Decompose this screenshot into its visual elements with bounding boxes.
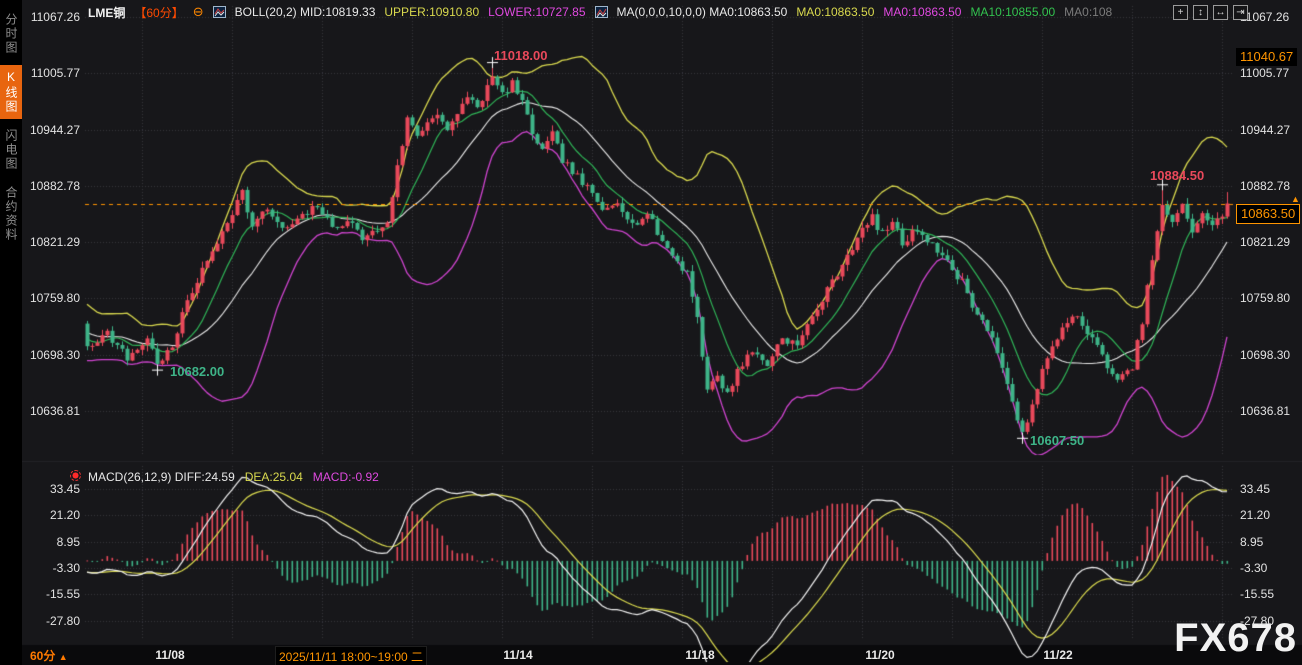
price-marker-icon: ▲: [1291, 194, 1300, 204]
price-axis-label-left: 10821.29: [20, 235, 80, 249]
macd-axis-label-left: 33.45: [20, 482, 80, 496]
price-axis-label-right: 10759.80: [1240, 291, 1290, 305]
macd-axis-label-right: -27.80: [1240, 614, 1274, 628]
ma-label: MA(0,0,0,10,0,0) MA0:10863.50: [617, 5, 788, 19]
price-axis-label-left: 11067.26: [20, 10, 80, 24]
ma0-magenta-value: MA0:10863.50: [883, 5, 961, 19]
sidebar-tab-contract-info[interactable]: 合约资料: [0, 181, 22, 247]
hovered-bar-datetime: 2025/11/11 18:00~19:00 二: [275, 646, 427, 665]
macd-axis-label-left: 21.20: [20, 508, 80, 522]
vertical-scale-icon[interactable]: ↕: [1193, 5, 1208, 20]
symbol-title: LME铜: [88, 4, 125, 21]
reference-price-badge: 11040.67: [1236, 48, 1297, 66]
macd-axis-label-left: 8.95: [20, 535, 80, 549]
date-label: 11/08: [155, 648, 184, 662]
price-annotation: 10682.00: [170, 364, 224, 379]
price-axis-label-right: 10821.29: [1240, 235, 1290, 249]
macd-axis-label-right: 8.95: [1240, 535, 1263, 549]
ma0-gray-value: MA0:108: [1064, 5, 1112, 19]
macd-header: MACD(26,12,9) DIFF:24.59 DEA:25.04 MACD:…: [88, 470, 379, 484]
macd-axis-label-left: -3.30: [20, 561, 80, 575]
period-label[interactable]: 【60分】: [134, 4, 183, 21]
chart-canvas[interactable]: [0, 0, 1302, 665]
price-axis-label-left: 10759.80: [20, 291, 80, 305]
macd-axis-label-right: 33.45: [1240, 482, 1270, 496]
pan-right-icon[interactable]: ⇥: [1233, 5, 1248, 20]
price-axis-label-left: 10636.81: [20, 404, 80, 418]
macd-axis-label-left: -27.80: [20, 614, 80, 628]
collapse-icon[interactable]: ⊖: [193, 4, 204, 20]
price-axis-label-left: 10698.30: [20, 348, 80, 362]
period-selector-button[interactable]: 60分 ▲: [30, 647, 68, 664]
boll-indicator-icon[interactable]: [213, 6, 226, 18]
indicator-header: LME铜 【60分】 ⊖ BOLL(20,2) MID:10819.33 UPP…: [88, 4, 1112, 20]
price-axis-label-right: 10698.30: [1240, 348, 1290, 362]
sidebar-tab-candle-chart[interactable]: K线图: [0, 65, 22, 119]
period-arrow-icon: ▲: [59, 652, 68, 662]
macd-settings-icon[interactable]: [70, 470, 81, 481]
price-annotation: 10884.50: [1150, 168, 1204, 183]
date-label: 11/18: [685, 648, 714, 662]
boll-label: BOLL(20,2) MID:10819.33: [235, 5, 376, 19]
ma-indicator-icon[interactable]: [595, 6, 608, 18]
macd-dea-value: DEA:25.04: [245, 470, 303, 484]
price-axis-label-right: 10944.27: [1240, 123, 1290, 137]
bottom-bar: 60分 ▲ 2025/11/11 18:00~19:00 二: [0, 645, 1302, 665]
chart-toolbar: + ↕ ↔ ⇥: [1173, 5, 1248, 20]
horizontal-scale-icon[interactable]: ↔: [1213, 5, 1228, 20]
sidebar-tab-time-chart[interactable]: 分时图: [0, 8, 22, 60]
macd-bar-value: MACD:-0.92: [313, 470, 379, 484]
price-axis-label-left: 10882.78: [20, 179, 80, 193]
date-label: 11/22: [1043, 648, 1072, 662]
crosshair-tool-icon[interactable]: +: [1173, 5, 1188, 20]
macd-axis-label-right: -15.55: [1240, 587, 1274, 601]
price-annotation: 11018.00: [494, 48, 548, 63]
date-label: 11/14: [503, 648, 532, 662]
trading-app: 分时图 K线图 闪电图 合约资料 LME铜 【60分】 ⊖ BOLL(20,2)…: [0, 0, 1302, 665]
macd-axis-label-left: -15.55: [20, 587, 80, 601]
price-axis-label-right: 10636.81: [1240, 404, 1290, 418]
ma0-yellow-value: MA0:10863.50: [796, 5, 874, 19]
macd-axis-label-right: -3.30: [1240, 561, 1267, 575]
boll-upper-value: UPPER:10910.80: [384, 5, 479, 19]
current-price-badge: 10863.50: [1236, 204, 1300, 224]
price-axis-label-left: 11005.77: [20, 66, 80, 80]
price-axis-label-right: 10882.78: [1240, 179, 1290, 193]
macd-label: MACD(26,12,9) DIFF:24.59: [88, 470, 235, 484]
boll-lower-value: LOWER:10727.85: [488, 5, 585, 19]
price-axis-label-left: 10944.27: [20, 123, 80, 137]
price-axis-label-right: 11005.77: [1240, 66, 1289, 80]
price-annotation: 10607.50: [1030, 433, 1084, 448]
macd-axis-label-right: 21.20: [1240, 508, 1270, 522]
sidebar-tab-flash-chart[interactable]: 闪电图: [0, 124, 22, 176]
date-label: 11/20: [865, 648, 894, 662]
ma10-value: MA10:10855.00: [970, 5, 1055, 19]
sidebar: 分时图 K线图 闪电图 合约资料: [0, 0, 22, 665]
